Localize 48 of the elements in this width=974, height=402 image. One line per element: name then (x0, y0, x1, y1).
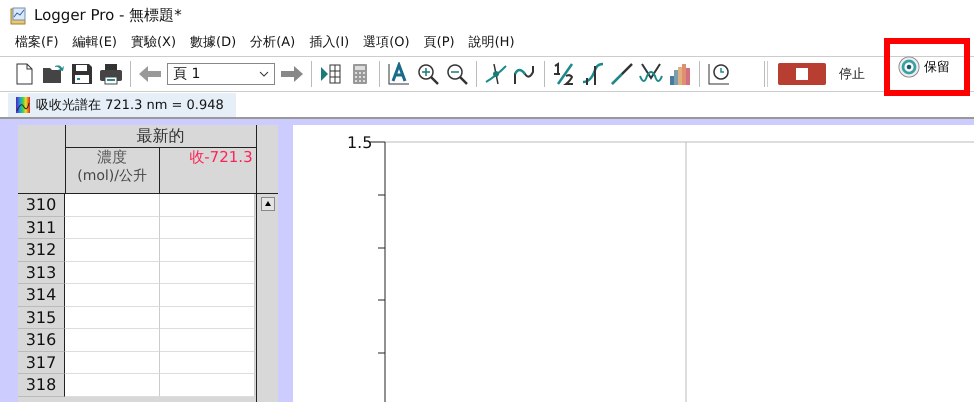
readout-text: 吸收光譜在 721.3 nm = 0.948 (36, 96, 224, 114)
histogram-icon[interactable] (668, 62, 692, 86)
menu-item[interactable]: 數據(D) (190, 33, 236, 51)
scroll-up-icon[interactable] (260, 197, 274, 211)
spectrum-icon (16, 96, 30, 112)
menu-item[interactable]: 插入(I) (309, 33, 350, 51)
half-fraction-icon[interactable] (552, 62, 576, 86)
zoom-out-icon[interactable] (445, 62, 469, 86)
row-number: 317 (18, 352, 65, 374)
menu-item[interactable]: 選項(O) (363, 33, 410, 51)
linear-fit-icon[interactable] (610, 62, 634, 86)
column-name: 濃度 (97, 148, 128, 167)
stop-label: 停止 (839, 66, 865, 83)
column-name: 收-721.3 (189, 148, 253, 167)
integral-icon[interactable] (581, 62, 605, 86)
aperture-icon (898, 56, 920, 78)
row-number: 314 (18, 284, 65, 306)
table-column-icon[interactable] (319, 62, 343, 86)
column-units: (mol)/公升 (77, 167, 147, 185)
row-number: 315 (18, 306, 65, 329)
row-number: 312 (18, 239, 65, 262)
zoom-in-icon[interactable] (416, 62, 440, 86)
group-header: 最新的 (66, 125, 256, 148)
scrollbar[interactable] (256, 194, 278, 402)
row-number: 310 (18, 194, 65, 216)
app-icon (10, 6, 28, 24)
print-icon[interactable] (99, 62, 123, 86)
page-dropdown[interactable]: 頁 1 (167, 63, 275, 85)
row-number: 318 (18, 374, 65, 396)
autoscale-icon[interactable] (387, 62, 411, 86)
save-icon[interactable] (70, 62, 94, 86)
menu-item[interactable]: 檔案(F) (15, 33, 59, 51)
menu-item[interactable]: 頁(P) (424, 33, 455, 51)
menu-item[interactable]: 分析(A) (250, 33, 296, 51)
stop-button[interactable] (778, 63, 826, 85)
menu-item[interactable]: 編輯(E) (72, 33, 117, 51)
row-number: 316 (18, 329, 65, 352)
row-number: 313 (18, 262, 65, 284)
examine-icon[interactable] (484, 62, 508, 86)
menu-item[interactable]: 實驗(X) (130, 33, 176, 51)
axis-tick-label: 1.5 (347, 133, 372, 152)
row-number: 311 (18, 216, 65, 239)
stop-icon (796, 68, 808, 80)
menu-item[interactable]: 說明(H) (468, 33, 515, 51)
keep-button[interactable]: 保留 (898, 56, 950, 78)
caret-icon (259, 71, 269, 77)
window-title: Logger Pro - 無標題* (34, 6, 182, 25)
clock-icon[interactable] (707, 62, 731, 86)
